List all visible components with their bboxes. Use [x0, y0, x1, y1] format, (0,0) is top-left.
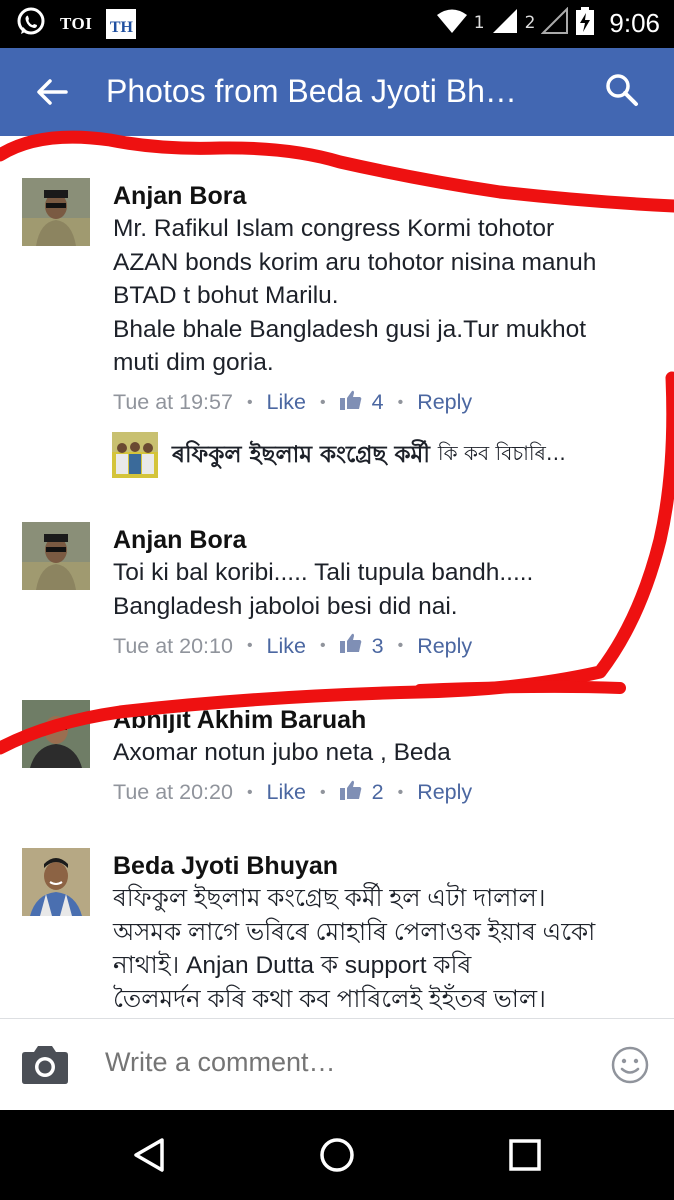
comment-actions: Tue at 20:20 • Like • 2 • Reply	[113, 780, 473, 806]
status-bar: TOI TH 1 2 9:06	[0, 0, 674, 48]
nav-home-button[interactable]	[317, 1135, 357, 1175]
comment-author[interactable]: Abhijit Akhim Baruah	[113, 704, 653, 736]
nav-back-button[interactable]	[130, 1135, 170, 1175]
avatar[interactable]	[22, 848, 90, 916]
whatsapp-icon	[16, 7, 46, 41]
nav-back-icon	[130, 1138, 170, 1179]
sim1-label: 1	[473, 13, 485, 33]
clock: 9:06	[609, 7, 660, 38]
reply-button[interactable]: Reply	[417, 634, 472, 659]
comment-text: Toi ki bal koribi..... Tali tupula bandh…	[113, 559, 534, 620]
comment-text: Mr. Rafikul Islam congress Kormi tohotor…	[113, 215, 597, 376]
search-icon	[605, 73, 639, 111]
comment-actions: Tue at 20:10 • Like • 3 • Reply	[113, 633, 473, 659]
nav-recents-button[interactable]	[505, 1135, 545, 1175]
nav-recents-icon	[505, 1139, 545, 1179]
wifi-icon	[436, 8, 468, 38]
comment-text: ৰফিকুল ইছলাম কংগ্ৰেছ কৰ্মী হল এটা দালাল।…	[113, 885, 596, 1013]
like-count[interactable]: 3	[339, 633, 384, 659]
search-button[interactable]	[600, 70, 644, 114]
comment-input[interactable]	[105, 1047, 565, 1078]
comment-author[interactable]: Anjan Bora	[113, 180, 653, 212]
avatar[interactable]	[22, 522, 90, 590]
reply-button[interactable]: Reply	[417, 780, 472, 805]
emoji-icon	[610, 1046, 650, 1089]
comment-author[interactable]: Beda Jyoti Bhuyan	[113, 850, 653, 882]
android-nav-bar	[0, 1110, 674, 1200]
sim2-label: 2	[524, 13, 536, 33]
like-button[interactable]: Like	[267, 780, 306, 805]
reply-author: ৰফিকুল ইছলাম কংগ্ৰেছ কৰ্মী	[172, 441, 430, 468]
back-arrow-icon	[36, 78, 68, 110]
reply-avatar	[112, 432, 158, 478]
avatar[interactable]	[22, 178, 90, 246]
thumbs-up-icon	[339, 390, 362, 416]
camera-button[interactable]	[20, 1045, 70, 1087]
avatar[interactable]	[22, 700, 90, 768]
comment-timestamp: Tue at 20:20	[113, 780, 233, 804]
th-notification-icon: TH	[106, 9, 137, 39]
comment-item: Beda Jyoti Bhuyan ৰফিকুল ইছলাম কংগ্ৰেছ ক…	[0, 848, 674, 1018]
signal-sim2-icon	[540, 6, 569, 39]
camera-icon	[20, 1046, 70, 1089]
app-bar: Photos from Beda Jyoti Bh…	[0, 48, 674, 136]
toi-notification-icon: TOI	[60, 14, 93, 33]
like-count[interactable]: 2	[339, 780, 384, 806]
battery-charging-icon	[575, 6, 595, 40]
page-title: Photos from Beda Jyoti Bh…	[106, 73, 517, 109]
comment-composer	[0, 1018, 674, 1110]
nav-home-icon	[317, 1138, 357, 1179]
comment-actions: Tue at 19:57 • Like • 4 • Reply	[113, 390, 473, 416]
emoji-button[interactable]	[610, 1045, 650, 1085]
signal-sim1-icon	[491, 7, 519, 39]
back-button[interactable]	[30, 72, 74, 116]
like-button[interactable]: Like	[267, 634, 306, 659]
comment-author[interactable]: Anjan Bora	[113, 524, 653, 556]
like-count[interactable]: 4	[339, 390, 384, 416]
reply-button[interactable]: Reply	[417, 390, 472, 415]
reply-snippet: কি কব বিচাৰি…	[437, 440, 566, 465]
comment-timestamp: Tue at 19:57	[113, 390, 233, 414]
comment-timestamp: Tue at 20:10	[113, 633, 233, 658]
comment-text: Axomar notun jubo neta , Beda	[113, 739, 451, 766]
reply-preview[interactable]: ৰফিকুল ইছলাম কংগ্ৰেছ কৰ্মী কি কব বিচাৰি…	[112, 432, 652, 478]
like-button[interactable]: Like	[267, 390, 306, 415]
thumbs-up-icon	[339, 780, 362, 806]
thumbs-up-icon	[339, 633, 362, 659]
